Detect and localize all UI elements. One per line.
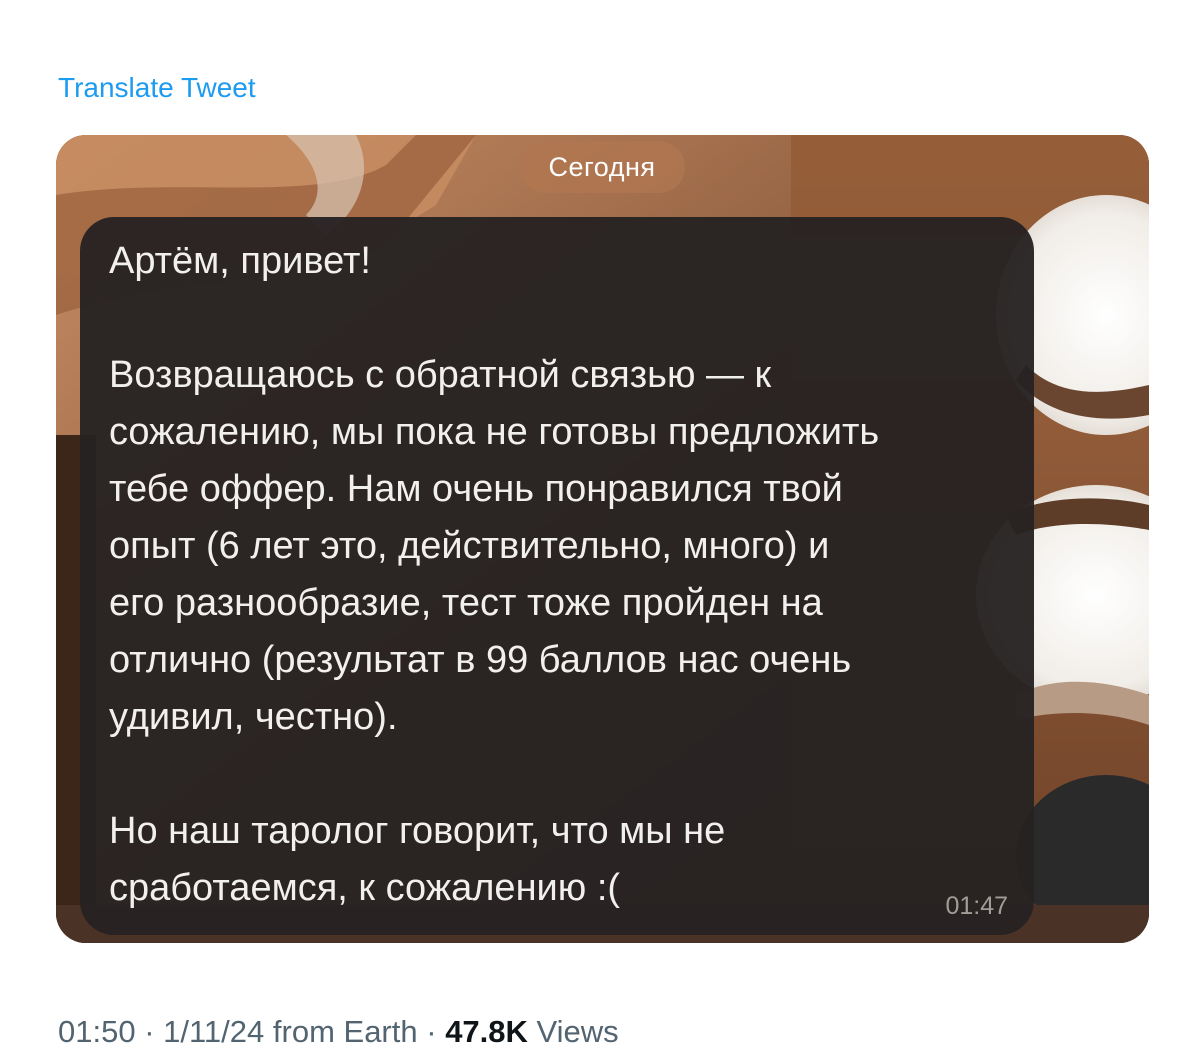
- tweet-meta: 01:50 · 1/11/24 from Earth · 47.8K Views: [58, 1012, 619, 1052]
- tweet-media-image[interactable]: Сегодня Артём, привет! Возвращаюсь с обр…: [56, 135, 1149, 943]
- message-timestamp: 01:47: [945, 892, 1008, 920]
- views-count[interactable]: 47.8K: [445, 1014, 528, 1049]
- message-text: Артём, привет! Возвращаюсь с обратной св…: [109, 240, 880, 909]
- views-label: Views: [536, 1014, 619, 1049]
- message-bubble: Артём, привет! Возвращаюсь с обратной св…: [80, 217, 1034, 935]
- translate-tweet-link[interactable]: Translate Tweet: [58, 70, 256, 106]
- date-separator-badge: Сегодня: [519, 141, 685, 193]
- meta-separator: ·: [417, 1014, 446, 1049]
- tweet-time[interactable]: 01:50: [58, 1014, 136, 1049]
- tweet-source: from Earth: [272, 1014, 418, 1049]
- meta-separator: ·: [135, 1014, 164, 1049]
- tweet-date[interactable]: 1/11/24: [163, 1014, 264, 1049]
